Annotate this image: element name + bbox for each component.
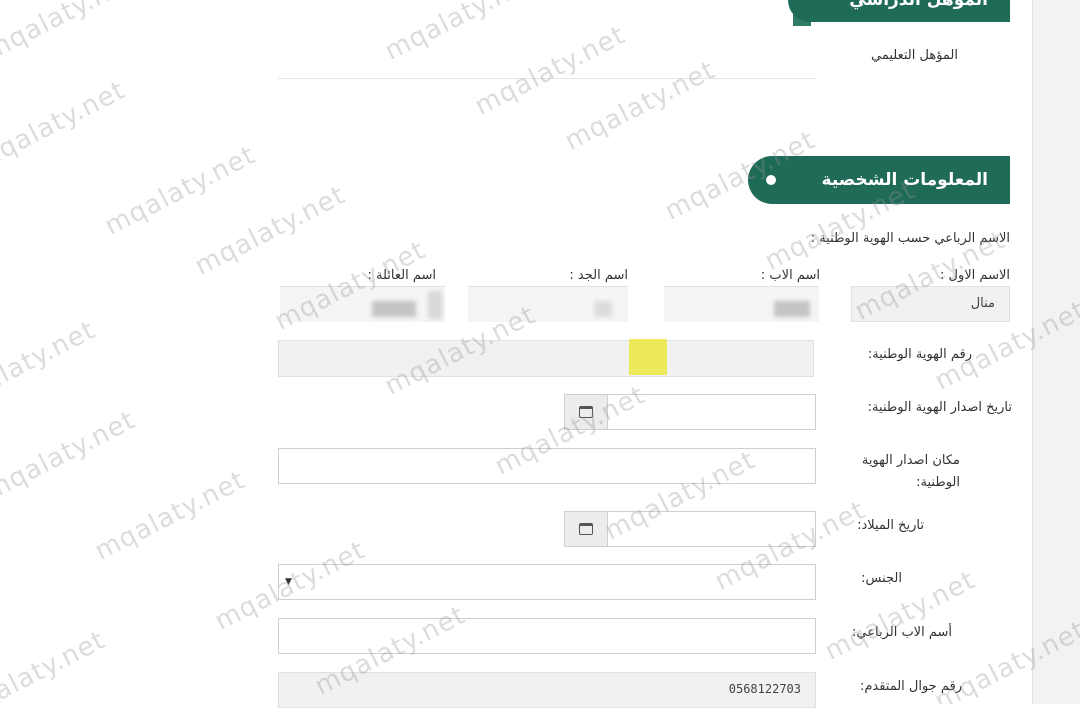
gender-label: الجنس: (861, 571, 902, 586)
right-scroll-rail (1032, 0, 1080, 704)
qualification-field[interactable] (278, 78, 816, 79)
father-name-field[interactable] (664, 286, 819, 322)
watermark-text: mqalaty.net (0, 405, 141, 507)
watermark-text: mqalaty.net (0, 625, 111, 704)
section-header-education: المؤهل الدراسي (788, 0, 1010, 22)
national-id-label: رقم الهوية الوطنية: (867, 347, 972, 362)
calendar-icon (579, 523, 593, 535)
calendar-icon (579, 406, 593, 418)
id-issue-date-label: تاريخ اصدار الهوية الوطنية: (867, 400, 1012, 415)
watermark-text: mqalaty.net (100, 140, 261, 242)
father-full-name-label: أسم الاب الرباعي: (852, 625, 952, 640)
birth-date-field[interactable] (564, 511, 816, 547)
section-header-personal: المعلومات الشخصية (748, 156, 1010, 204)
mobile-value: 0568122703 (728, 682, 801, 696)
qualification-label: المؤهل التعليمي (871, 48, 958, 63)
redacted-value (774, 301, 810, 317)
watermark-text: mqalaty.net (560, 55, 721, 157)
family-name-field[interactable] (280, 286, 445, 322)
father-full-name-field[interactable] (278, 618, 816, 654)
highlight-mark (629, 339, 667, 375)
section-title-education: المؤهل الدراسي (849, 0, 988, 10)
id-issue-date-field[interactable] (564, 394, 816, 430)
mobile-label: رقم جوال المتقدم: (859, 679, 962, 694)
first-name-label: الاسم الاول : (940, 268, 1010, 283)
redacted-value (372, 301, 416, 317)
id-issue-date-picker-button[interactable] (565, 395, 608, 429)
redacted-value (594, 301, 612, 317)
watermark-text: mqalaty.net (0, 75, 131, 177)
watermark-text: mqalaty.net (190, 180, 351, 282)
watermark-text: mqalaty.net (380, 0, 541, 67)
redacted-value (428, 291, 442, 319)
watermark-text: mqalaty.net (0, 315, 101, 417)
full-name-caption: الاسم الرباعي حسب الهوية الوطنية : (810, 231, 1010, 246)
bullet-dot-icon (766, 175, 776, 185)
watermark-text: mqalaty.net (470, 20, 631, 122)
watermark-text: mqalaty.net (90, 465, 251, 567)
id-issue-place-label: مكان اصدار الهوية الوطنية: (861, 453, 960, 490)
watermark-text: mqalaty.net (0, 0, 141, 67)
section-title-personal: المعلومات الشخصية (821, 170, 988, 190)
family-name-label: اسم العائلة : (367, 268, 437, 283)
dropdown-caret-icon: ▼ (285, 577, 292, 587)
first-name-field[interactable]: منال (851, 286, 1010, 322)
gender-select[interactable]: ▼ (278, 564, 816, 600)
grandfather-name-field[interactable] (468, 286, 628, 322)
grandfather-name-label: اسم الجد : (569, 268, 628, 283)
first-name-value: منال (970, 296, 995, 311)
id-issue-place-field[interactable] (278, 448, 816, 484)
national-id-field[interactable] (278, 339, 814, 377)
father-name-label: اسم الاب : (760, 268, 820, 283)
mobile-field[interactable]: 0568122703 (278, 672, 816, 708)
birth-date-picker-button[interactable] (565, 512, 608, 546)
birth-date-label: تاريخ الميلاد: (857, 518, 924, 533)
